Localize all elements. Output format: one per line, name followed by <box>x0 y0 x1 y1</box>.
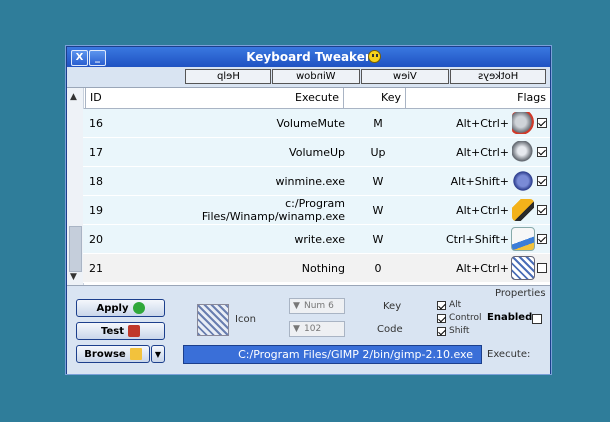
row-id: 17 <box>89 145 103 159</box>
folder-icon <box>129 348 142 360</box>
chevron-down-icon: ▼ <box>293 301 300 311</box>
row-enabled-checkbox[interactable] <box>537 263 547 273</box>
keyboard-tweaker-window: X _ Keyboard Tweaker Help Window View Ho… <box>66 46 551 374</box>
row-enabled-checkbox[interactable] <box>537 205 547 215</box>
enabled-label: Enabled <box>487 312 533 323</box>
row-flags: Alt+Ctrl+ <box>456 145 509 159</box>
row-flags: Alt+Ctrl+ <box>456 116 509 130</box>
menu-view[interactable]: View <box>361 69 449 84</box>
vertical-scrollbar[interactable]: ▲ ▼ <box>67 88 84 285</box>
browse-label: Browse <box>84 348 126 360</box>
row-enabled-checkbox[interactable] <box>537 147 547 157</box>
execute-path-field[interactable]: C:/Program Files/GIMP 2/bin/gimp-2.10.ex… <box>183 345 482 364</box>
header-flags[interactable]: Flags <box>405 88 550 108</box>
check-icon <box>132 302 145 314</box>
row-execute: Nothing <box>301 261 345 275</box>
table-row[interactable]: 18 winmine.exe W Alt+Shift+ <box>83 167 550 196</box>
test-button[interactable]: Test <box>76 322 165 340</box>
menu-help[interactable]: Help <box>185 69 271 84</box>
table-row[interactable]: 17 VolumeUp Up Alt+Ctrl+ <box>83 138 550 167</box>
row-execute: VolumeMute <box>276 116 345 130</box>
row-flags: Alt+Ctrl+ <box>456 261 509 275</box>
winamp-icon <box>512 199 534 221</box>
apply-button[interactable]: Apply <box>76 299 165 317</box>
table-row[interactable]: 16 VolumeMute M Alt+Ctrl+ <box>83 109 550 138</box>
minesweeper-icon <box>512 170 534 192</box>
test-icon <box>128 325 140 337</box>
row-id: 16 <box>89 116 103 130</box>
row-id: 19 <box>89 203 103 217</box>
volume-mute-icon <box>512 112 534 134</box>
browse-dropdown-button[interactable]: ▼ <box>151 345 165 363</box>
alt-checkbox-row[interactable]: Alt <box>437 300 461 310</box>
row-key: M <box>373 116 383 130</box>
header-execute[interactable]: Execute <box>117 88 343 108</box>
menu-bar: Help Window View Hotkeys <box>185 69 549 85</box>
menu-window[interactable]: Window <box>272 69 360 84</box>
row-id: 20 <box>89 232 103 246</box>
browse-button[interactable]: Browse <box>76 345 150 363</box>
control-checkbox[interactable] <box>437 313 446 323</box>
row-execute: write.exe <box>294 232 345 246</box>
properties-section-label: Properties <box>495 288 546 299</box>
title-bar[interactable]: X _ Keyboard Tweaker <box>67 47 550 67</box>
control-checkbox-row[interactable]: Control <box>437 313 482 323</box>
key-label: Key <box>383 301 402 312</box>
code-select[interactable]: ▼ 102 <box>289 321 345 337</box>
table-row[interactable]: 21 Nothing 0 Alt+Ctrl+ <box>83 254 550 283</box>
scroll-thumb[interactable] <box>69 226 82 272</box>
row-key: Up <box>370 145 386 159</box>
chevron-down-icon: ▼ <box>293 324 300 334</box>
enabled-checkbox[interactable] <box>532 314 542 324</box>
row-enabled-checkbox[interactable] <box>537 118 547 128</box>
row-enabled-checkbox[interactable] <box>537 234 547 244</box>
icon-label: Icon <box>235 314 256 325</box>
code-label: Code <box>377 324 403 335</box>
table-header: ID Execute Key Flags <box>67 88 550 109</box>
header-id[interactable]: ID <box>85 88 117 108</box>
row-execute: winmine.exe <box>275 174 345 188</box>
row-key: W <box>372 174 384 188</box>
row-key: W <box>372 232 384 246</box>
test-label: Test <box>100 325 124 337</box>
row-key: 0 <box>374 261 382 275</box>
volume-up-icon <box>512 141 534 163</box>
row-flags: Alt+Shift+ <box>450 174 509 188</box>
shift-checkbox-row[interactable]: Shift <box>437 326 469 336</box>
key-select[interactable]: ▼ Num 6 <box>289 298 345 314</box>
row-key: W <box>372 203 384 217</box>
window-title: Keyboard Tweaker <box>246 50 371 64</box>
hotkey-icon-preview[interactable] <box>197 304 229 336</box>
header-key[interactable]: Key <box>343 88 405 108</box>
shift-checkbox[interactable] <box>437 326 446 336</box>
chevron-down-icon: ▼ <box>154 349 162 359</box>
row-flags: Alt+Ctrl+ <box>456 203 509 217</box>
row-id: 21 <box>89 261 103 275</box>
scroll-up-icon[interactable]: ▲ <box>70 92 77 102</box>
row-id: 18 <box>89 174 103 188</box>
row-flags: Ctrl+Shift+ <box>445 232 509 246</box>
execute-label: Execute: <box>487 349 531 360</box>
hotkey-table: ID Execute Key Flags ▲ ▼ 16 VolumeMute M… <box>67 87 550 285</box>
apply-label: Apply <box>96 302 129 314</box>
wordpad-icon <box>511 227 535 251</box>
row-enabled-checkbox[interactable] <box>537 176 547 186</box>
table-row[interactable]: 20 write.exe W Ctrl+Shift+ <box>83 225 550 254</box>
row-execute: VolumeUp <box>289 145 345 159</box>
properties-panel: Apply Test Browse ▼ Icon ▼ Num 6 Key ▼ 1… <box>67 285 550 374</box>
default-icon <box>511 256 535 280</box>
scroll-down-icon[interactable]: ▼ <box>70 272 77 282</box>
table-row[interactable]: 19 c:/Program Files/Winamp/winamp.exe W … <box>83 196 550 225</box>
row-execute: c:/Program Files/Winamp/winamp.exe <box>201 197 345 223</box>
alt-checkbox[interactable] <box>437 300 446 310</box>
menu-hotkeys[interactable]: Hotkeys <box>450 69 546 84</box>
smiley-app-icon <box>368 50 381 63</box>
